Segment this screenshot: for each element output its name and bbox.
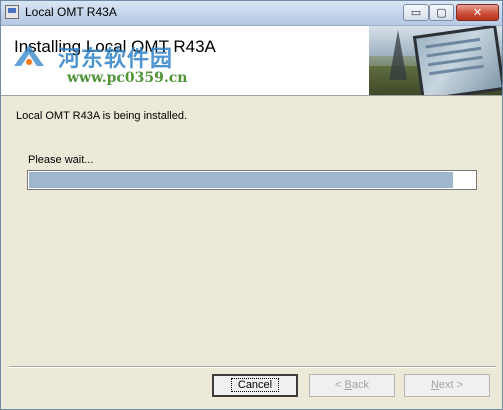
window-title: Local OMT R43A [25,5,117,19]
cancel-button[interactable]: Cancel [212,374,298,397]
back-button-accesskey: B [344,379,352,391]
install-content: Local OMT R43A is being installed. Pleas… [1,96,502,361]
next-button[interactable]: Next > [404,374,490,397]
back-button-label: ack [351,379,369,391]
watermark-logo-icon [14,45,44,66]
please-wait-label: Please wait... [28,154,94,166]
watermark-url: www.pc0359.cn [67,70,188,86]
header-banner: Installing Local OMT R43A 河东软件园 www.pc03… [1,26,502,96]
install-status-text: Local OMT R43A is being installed. [16,110,187,122]
maximize-button[interactable]: ▢ [429,4,454,21]
header-image [369,26,502,95]
cancel-button-label: Cancel [230,378,280,392]
next-button-label: ext > [438,379,464,391]
progress-fill [29,172,453,188]
installer-window: Local OMT R43A ▭ ▢ ✕ Installing Local OM… [0,0,503,410]
button-separator [9,366,496,368]
install-progress-bar [27,170,477,190]
watermark-text: 河东软件园 [58,46,174,72]
minimize-button[interactable]: ▭ [403,4,429,21]
back-button[interactable]: < Back [309,374,395,397]
installer-app-icon[interactable] [5,5,19,19]
tablet-graphic [412,26,502,95]
title-bar[interactable]: Local OMT R43A ▭ ▢ ✕ [1,1,502,26]
close-button[interactable]: ✕ [456,4,499,21]
back-button-prefix: < [335,379,345,391]
tower-graphic [389,30,407,80]
next-button-accesskey: N [430,379,439,391]
